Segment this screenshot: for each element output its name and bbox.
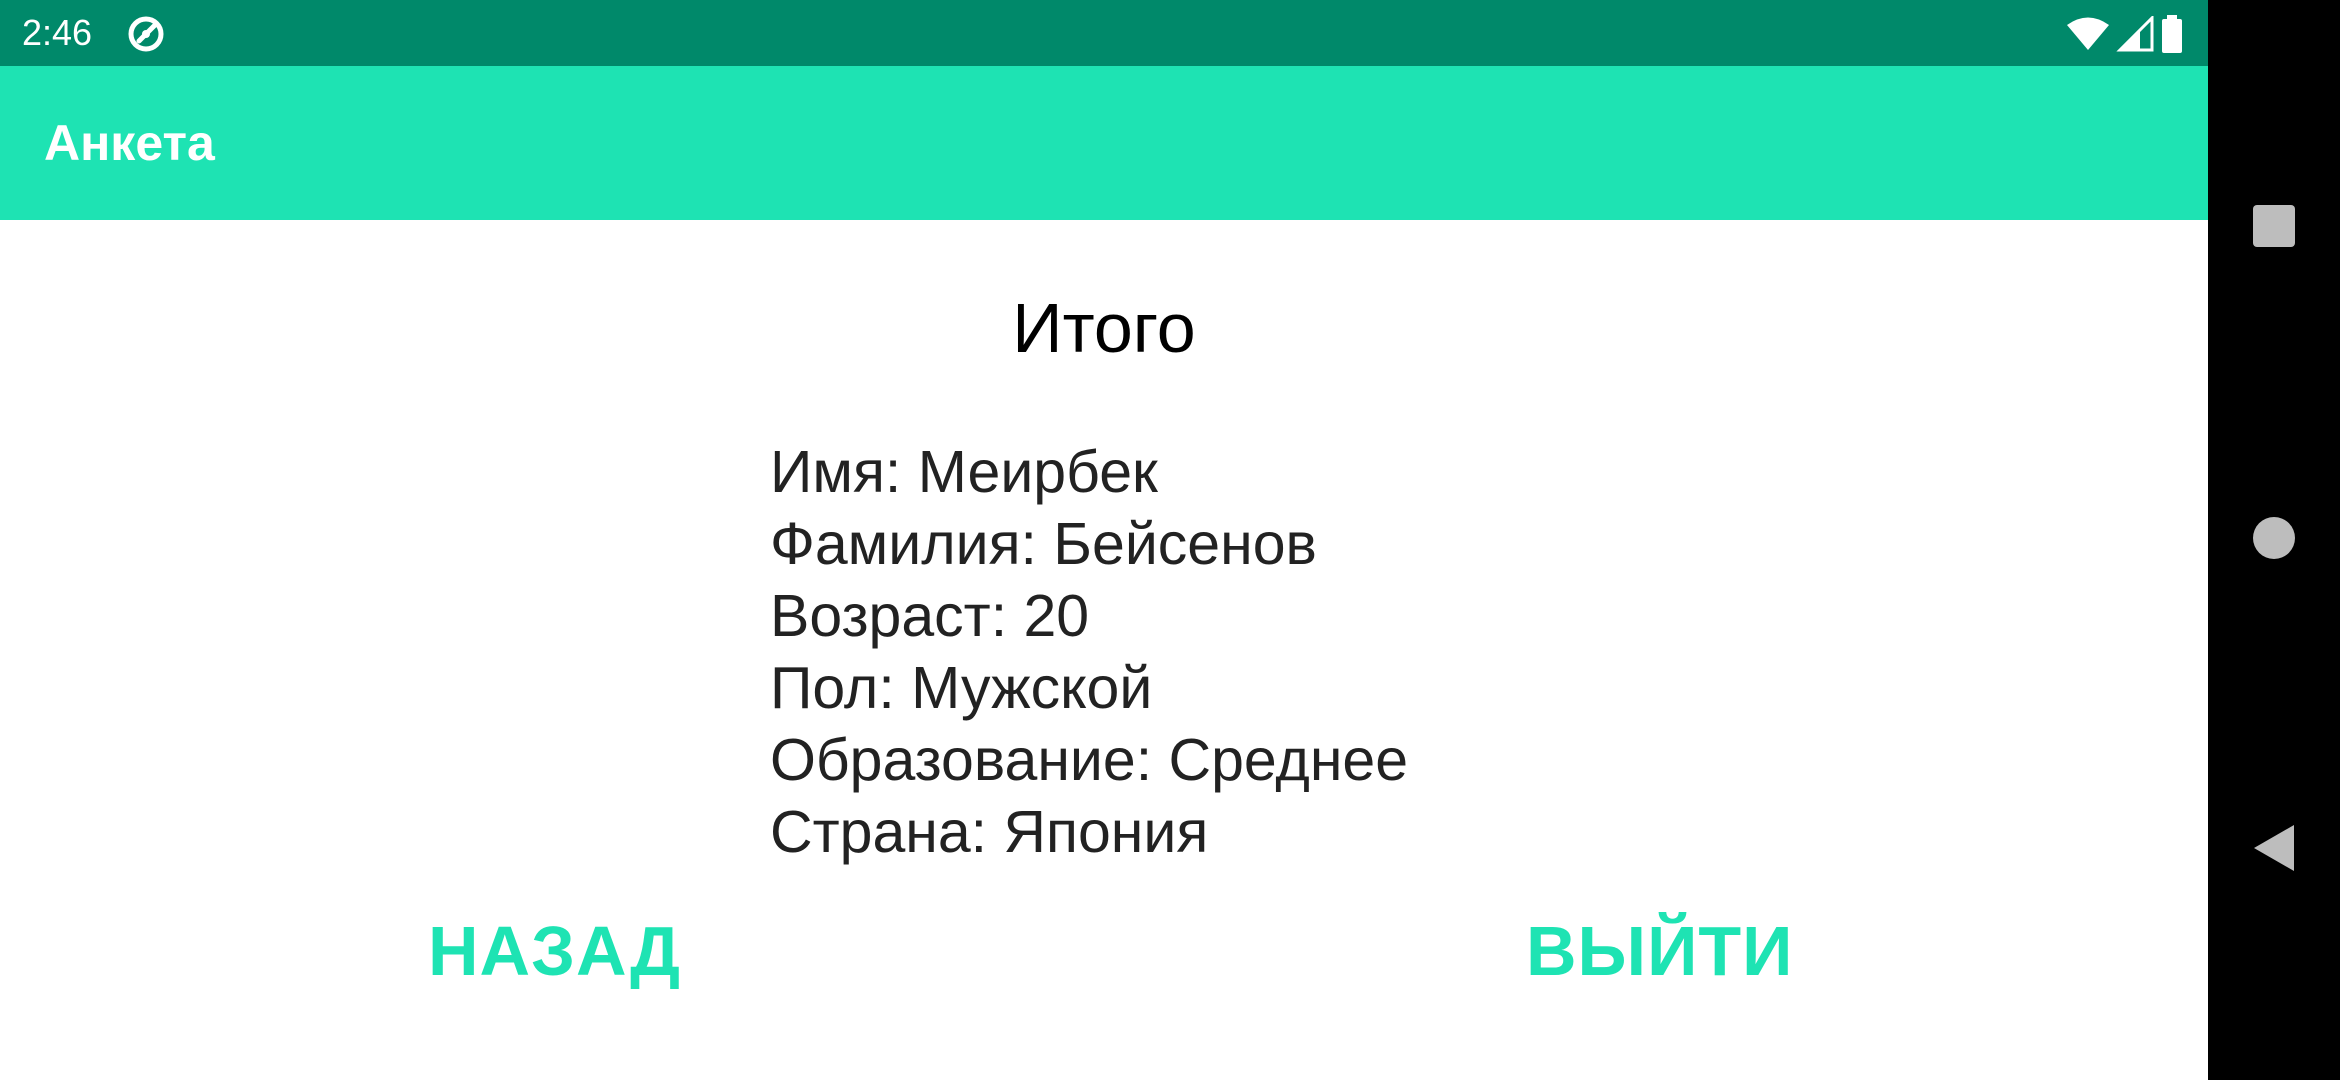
status-bar: 2:46 <box>0 0 2208 66</box>
cell-signal-icon <box>2116 16 2154 52</box>
navigation-bar <box>2208 0 2340 1080</box>
detail-last-name: Фамилия: Бейсенов <box>770 511 1317 577</box>
battery-icon <box>2160 14 2184 54</box>
detail-age: Возраст: 20 <box>770 583 1090 649</box>
home-button[interactable] <box>2208 480 2340 600</box>
home-circle-icon <box>2251 515 2297 566</box>
app-bar: Анкета <box>0 66 2208 220</box>
app-screen: 2:46 Анкета Итого Имя: Меирбек Фамилия: … <box>0 0 2208 1080</box>
app-notification-icon <box>126 14 166 54</box>
back-triangle-icon <box>2252 823 2296 878</box>
detail-country: Страна: Япония <box>770 799 1209 865</box>
detail-gender: Пол: Мужской <box>770 655 1153 721</box>
exit-button[interactable]: ВЫЙТИ <box>1526 906 1793 996</box>
summary-details: Имя: Меирбек Фамилия: Бейсенов Возраст: … <box>770 436 1670 868</box>
status-time: 2:46 <box>22 12 93 53</box>
system-back-button[interactable] <box>2208 790 2340 910</box>
recents-button[interactable] <box>2208 168 2340 288</box>
summary-heading: Итого <box>1012 289 1196 367</box>
status-icons <box>2066 14 2184 54</box>
wifi-icon <box>2066 16 2110 52</box>
detail-first-name: Имя: Меирбек <box>770 439 1158 505</box>
detail-education: Образование: Среднее <box>770 727 1409 793</box>
back-button[interactable]: НАЗАД <box>428 906 681 996</box>
app-title: Анкета <box>44 115 215 171</box>
recents-square-icon <box>2252 204 2296 253</box>
